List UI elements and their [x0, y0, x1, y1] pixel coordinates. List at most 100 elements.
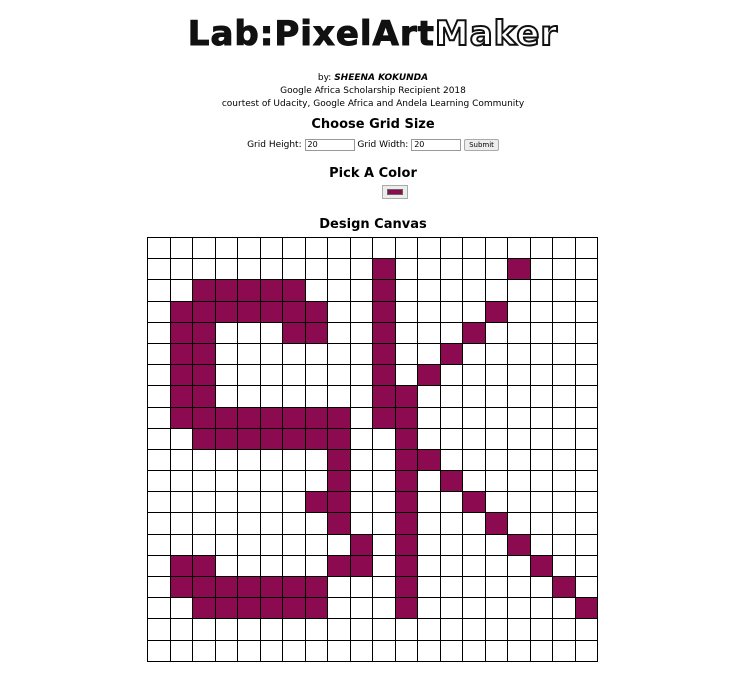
- canvas-cell[interactable]: [394, 575, 418, 599]
- canvas-cell[interactable]: [394, 427, 418, 450]
- canvas-cell[interactable]: [529, 470, 553, 493]
- canvas-cell[interactable]: [214, 470, 238, 493]
- canvas-cell[interactable]: [214, 448, 238, 472]
- canvas-cell[interactable]: [282, 385, 306, 408]
- canvas-cell[interactable]: [552, 639, 576, 662]
- canvas-cell[interactable]: [372, 491, 396, 514]
- canvas-cell[interactable]: [259, 300, 283, 323]
- canvas-cell[interactable]: [237, 385, 261, 408]
- canvas-cell[interactable]: [439, 554, 463, 578]
- canvas-cell[interactable]: [462, 470, 486, 493]
- canvas-cell[interactable]: [327, 321, 351, 344]
- canvas-cell[interactable]: [507, 470, 531, 493]
- canvas-cell[interactable]: [372, 618, 396, 641]
- design-canvas[interactable]: [147, 236, 598, 662]
- canvas-cell[interactable]: [327, 342, 351, 366]
- canvas-cell[interactable]: [372, 554, 396, 578]
- canvas-cell[interactable]: [349, 575, 373, 599]
- canvas-cell[interactable]: [349, 470, 373, 493]
- canvas-cell[interactable]: [147, 470, 171, 493]
- canvas-cell[interactable]: [192, 554, 216, 578]
- canvas-cell[interactable]: [214, 491, 238, 514]
- canvas-cell[interactable]: [574, 470, 598, 493]
- canvas-cell[interactable]: [147, 236, 171, 260]
- canvas-cell[interactable]: [304, 300, 328, 323]
- canvas-cell[interactable]: [462, 575, 486, 599]
- canvas-cell[interactable]: [304, 512, 328, 535]
- canvas-cell[interactable]: [147, 364, 171, 387]
- canvas-cell[interactable]: [327, 364, 351, 387]
- canvas-cell[interactable]: [259, 470, 283, 493]
- canvas-cell[interactable]: [529, 618, 553, 641]
- canvas-cell[interactable]: [214, 512, 238, 535]
- canvas-cell[interactable]: [192, 364, 216, 387]
- canvas-cell[interactable]: [282, 406, 306, 429]
- canvas-cell[interactable]: [304, 364, 328, 387]
- canvas-cell[interactable]: [439, 639, 463, 662]
- canvas-cell[interactable]: [372, 639, 396, 662]
- canvas-cell[interactable]: [349, 512, 373, 535]
- canvas-cell[interactable]: [169, 618, 193, 641]
- canvas-cell[interactable]: [327, 618, 351, 641]
- canvas-cell[interactable]: [417, 279, 441, 302]
- canvas-cell[interactable]: [484, 258, 508, 281]
- canvas-cell[interactable]: [349, 533, 373, 556]
- canvas-cell[interactable]: [574, 533, 598, 556]
- canvas-cell[interactable]: [462, 342, 486, 366]
- canvas-cell[interactable]: [574, 639, 598, 662]
- canvas-cell[interactable]: [259, 385, 283, 408]
- canvas-cell[interactable]: [169, 639, 193, 662]
- canvas-cell[interactable]: [169, 470, 193, 493]
- canvas-cell[interactable]: [282, 427, 306, 450]
- canvas-cell[interactable]: [394, 236, 418, 260]
- canvas-cell[interactable]: [327, 491, 351, 514]
- canvas-cell[interactable]: [507, 597, 531, 620]
- canvas-cell[interactable]: [282, 342, 306, 366]
- canvas-cell[interactable]: [192, 575, 216, 599]
- canvas-cell[interactable]: [259, 321, 283, 344]
- canvas-cell[interactable]: [214, 618, 238, 641]
- canvas-cell[interactable]: [214, 554, 238, 578]
- canvas-cell[interactable]: [259, 364, 283, 387]
- canvas-cell[interactable]: [484, 385, 508, 408]
- canvas-cell[interactable]: [327, 406, 351, 429]
- canvas-cell[interactable]: [192, 427, 216, 450]
- canvas-cell[interactable]: [372, 470, 396, 493]
- canvas-cell[interactable]: [417, 258, 441, 281]
- canvas-cell[interactable]: [439, 448, 463, 472]
- canvas-cell[interactable]: [507, 554, 531, 578]
- canvas-cell[interactable]: [237, 406, 261, 429]
- canvas-cell[interactable]: [192, 512, 216, 535]
- canvas-cell[interactable]: [552, 300, 576, 323]
- canvas-cell[interactable]: [372, 300, 396, 323]
- canvas-cell[interactable]: [394, 300, 418, 323]
- canvas-cell[interactable]: [507, 364, 531, 387]
- canvas-cell[interactable]: [214, 321, 238, 344]
- canvas-cell[interactable]: [192, 385, 216, 408]
- canvas-cell[interactable]: [484, 300, 508, 323]
- canvas-cell[interactable]: [282, 321, 306, 344]
- canvas-cell[interactable]: [349, 597, 373, 620]
- canvas-cell[interactable]: [552, 448, 576, 472]
- canvas-cell[interactable]: [237, 279, 261, 302]
- canvas-cell[interactable]: [462, 639, 486, 662]
- canvas-cell[interactable]: [394, 279, 418, 302]
- canvas-cell[interactable]: [462, 300, 486, 323]
- canvas-cell[interactable]: [417, 427, 441, 450]
- canvas-cell[interactable]: [192, 279, 216, 302]
- canvas-cell[interactable]: [529, 321, 553, 344]
- canvas-cell[interactable]: [147, 639, 171, 662]
- canvas-cell[interactable]: [484, 533, 508, 556]
- canvas-cell[interactable]: [169, 491, 193, 514]
- canvas-cell[interactable]: [214, 385, 238, 408]
- canvas-cell[interactable]: [552, 236, 576, 260]
- canvas-cell[interactable]: [574, 321, 598, 344]
- canvas-cell[interactable]: [439, 470, 463, 493]
- canvas-cell[interactable]: [462, 448, 486, 472]
- canvas-cell[interactable]: [439, 575, 463, 599]
- canvas-cell[interactable]: [147, 279, 171, 302]
- canvas-cell[interactable]: [192, 639, 216, 662]
- canvas-cell[interactable]: [214, 597, 238, 620]
- canvas-cell[interactable]: [214, 300, 238, 323]
- canvas-cell[interactable]: [462, 406, 486, 429]
